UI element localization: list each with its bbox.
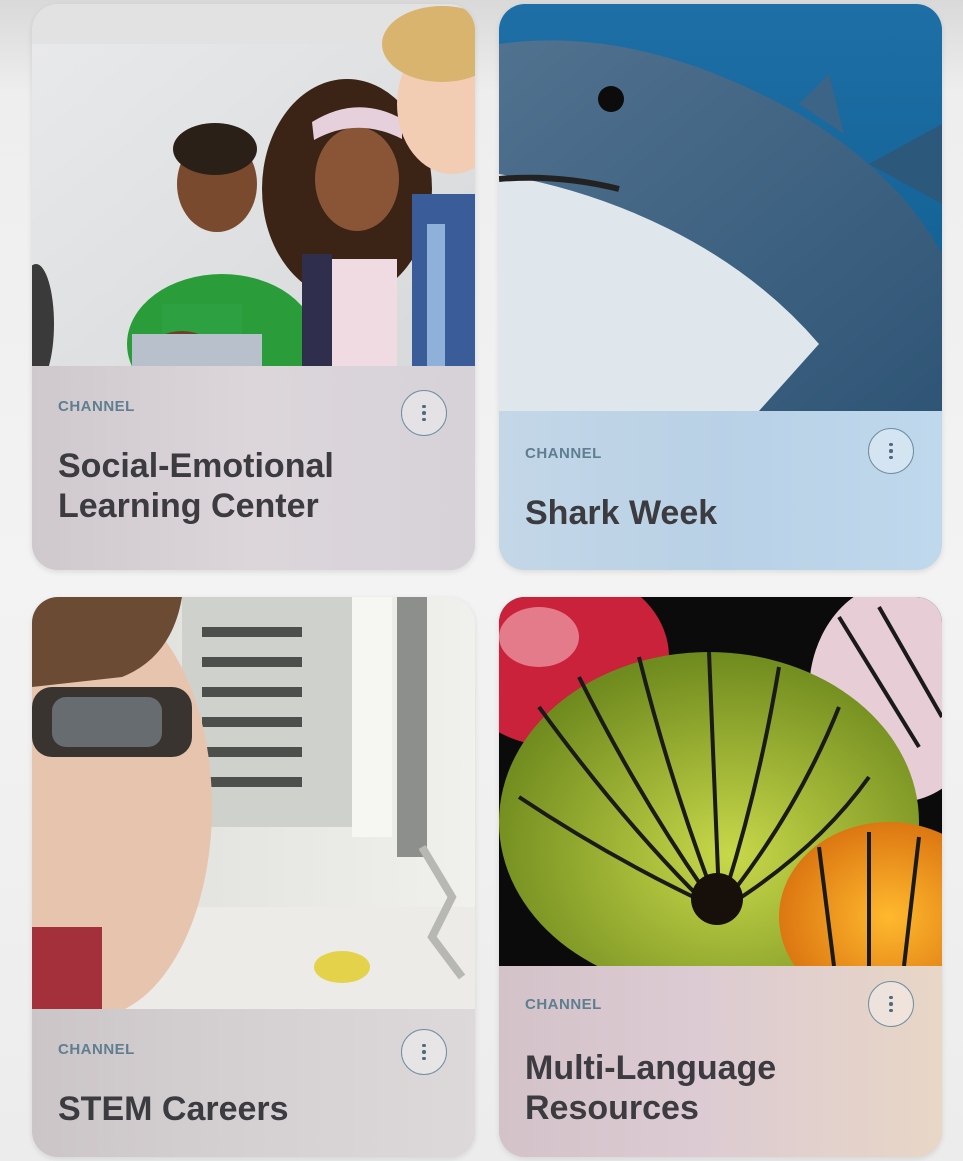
card-footer: CHANNEL Shark Week [499, 411, 942, 570]
more-vertical-icon [889, 995, 893, 1013]
channel-card-social-emotional[interactable]: CHANNEL Social-Emotional Learning Center [32, 4, 475, 570]
card-title[interactable]: Multi-Language Resources [525, 1048, 862, 1128]
card-footer: CHANNEL STEM Careers [32, 1009, 475, 1157]
channel-card-multi-language[interactable]: CHANNEL Multi-Language Resources [499, 597, 942, 1157]
card-title[interactable]: Shark Week [525, 493, 862, 533]
channel-card-shark-week[interactable]: CHANNEL Shark Week [499, 4, 942, 570]
card-kicker: CHANNEL [58, 398, 135, 415]
student-lab-photo [32, 597, 475, 1009]
children-photo [32, 4, 475, 366]
more-options-button[interactable] [868, 981, 914, 1027]
more-vertical-icon [889, 442, 893, 460]
card-kicker: CHANNEL [58, 1041, 135, 1058]
more-options-button[interactable] [868, 428, 914, 474]
lanterns-photo [499, 597, 942, 966]
card-footer: CHANNEL Multi-Language Resources [499, 966, 942, 1157]
card-kicker: CHANNEL [525, 445, 602, 462]
more-vertical-icon [422, 404, 426, 422]
card-title[interactable]: Social-Emotional Learning Center [58, 446, 395, 526]
card-kicker: CHANNEL [525, 996, 602, 1013]
channel-card-stem-careers[interactable]: CHANNEL STEM Careers [32, 597, 475, 1157]
shark-photo [499, 4, 942, 411]
more-options-button[interactable] [401, 390, 447, 436]
more-options-button[interactable] [401, 1029, 447, 1075]
more-vertical-icon [422, 1043, 426, 1061]
card-footer: CHANNEL Social-Emotional Learning Center [32, 366, 475, 570]
card-title[interactable]: STEM Careers [58, 1089, 395, 1129]
